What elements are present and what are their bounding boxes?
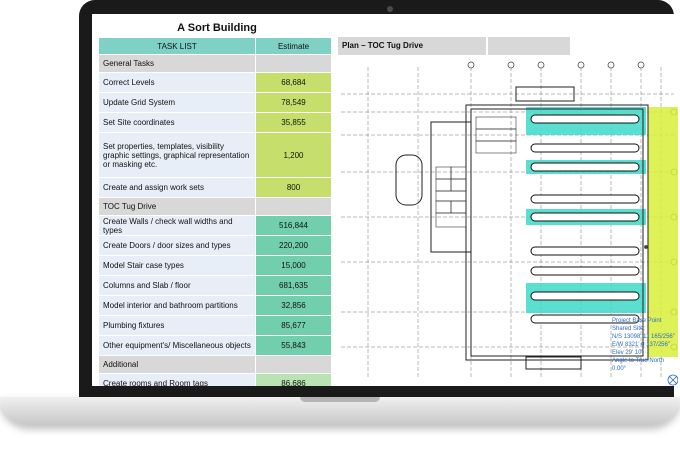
section-row: General Tasks xyxy=(98,54,332,73)
header-estimate: Estimate xyxy=(255,37,332,55)
task-estimate: 1,200 xyxy=(255,132,332,178)
table-row: Set properties, templates, visibility gr… xyxy=(98,132,332,178)
plan-title-spacer xyxy=(488,37,570,55)
section-label: TOC Tug Drive xyxy=(98,197,256,216)
base-point-title: Project Base Point xyxy=(612,318,662,324)
screen: A Sort Building TASK LIST Estimate Gener… xyxy=(92,14,678,386)
webcam-icon xyxy=(387,6,393,12)
task-label: Set Site coordinates xyxy=(98,112,256,133)
task-estimate: 32,856 xyxy=(255,295,332,316)
table-row: Model Stair case types 15,000 xyxy=(98,255,332,276)
task-label: Create Doors / door sizes and types xyxy=(98,235,256,256)
sheet-title: A Sort Building xyxy=(177,22,257,34)
table-row: Create Walls / check wall widths and typ… xyxy=(98,215,332,236)
highlight-cyan xyxy=(526,107,646,313)
task-label: Correct Levels xyxy=(98,72,256,93)
task-estimate: 15,000 xyxy=(255,255,332,276)
base-point-shared-site: Shared Site: xyxy=(612,326,646,332)
section-blank xyxy=(255,197,332,216)
table-header-row: TASK LIST Estimate xyxy=(98,37,332,55)
section-blank xyxy=(255,355,332,374)
table-row: Other equipment's/ Miscellaneous objects… xyxy=(98,335,332,356)
task-label: Create and assign work sets xyxy=(98,177,256,198)
task-label: Update Grid System xyxy=(98,92,256,113)
table-row: Correct Levels 68,684 xyxy=(98,72,332,93)
task-estimate: 681,635 xyxy=(255,275,332,296)
section-row: TOC Tug Drive xyxy=(98,197,332,216)
base-point-ns: N/S 13098' 11 165/256" xyxy=(612,334,675,340)
laptop-notch xyxy=(300,397,380,402)
table-row: Create Doors / door sizes and types 220,2… xyxy=(98,235,332,256)
task-estimate: 78,549 xyxy=(255,92,332,113)
base-point-angle: Angle to True North 0.00° xyxy=(612,358,665,372)
base-point-elev: Elev 29' 10" xyxy=(612,350,644,356)
table-row: Create rooms and Room tags 86,686 xyxy=(98,373,332,386)
task-estimate: 68,684 xyxy=(255,72,332,93)
section-blank xyxy=(255,54,332,73)
base-point-icon xyxy=(667,374,678,386)
table-row: Set Site coordinates 35,855 xyxy=(98,112,332,133)
table-row: Columns and Slab / floor 681,635 xyxy=(98,275,332,296)
section-label: General Tasks xyxy=(98,54,256,73)
table-row: Update Grid System 78,549 xyxy=(98,92,332,113)
task-estimate: 220,200 xyxy=(255,235,332,256)
task-label: Plumbing fixtures xyxy=(98,315,256,336)
table-row: Create and assign work sets 800 xyxy=(98,177,332,198)
task-estimate: 800 xyxy=(255,177,332,198)
task-label: Other equipment's/ Miscellaneous objects xyxy=(98,335,256,356)
task-table: TASK LIST Estimate General Tasks Correct … xyxy=(98,37,332,386)
task-label: Model Stair case types xyxy=(98,255,256,276)
table-row: Plumbing fixtures 85,677 xyxy=(98,315,332,336)
task-estimate: 35,855 xyxy=(255,112,332,133)
section-label: Additional xyxy=(98,355,256,374)
task-label: Create rooms and Room tags xyxy=(98,373,256,386)
task-label: Create Walls / check wall widths and typ… xyxy=(98,215,256,236)
base-point-ew: E/W 8321' 0 137/256" xyxy=(612,342,670,348)
table-row: Model interior and bathroom partitions 32… xyxy=(98,295,332,316)
section-row: Additional xyxy=(98,355,332,374)
tug-drive-lanes xyxy=(530,114,640,324)
task-estimate: 86,686 xyxy=(255,373,332,386)
task-estimate: 85,677 xyxy=(255,315,332,336)
task-estimate: 516,844 xyxy=(255,215,332,236)
header-task-list: TASK LIST xyxy=(98,37,256,55)
project-base-point-info: Project Base Point Shared Site: N/S 1309… xyxy=(612,317,678,373)
task-label: Set properties, templates, visibility gr… xyxy=(98,132,256,178)
plan-title: Plan – TOC Tug Drive xyxy=(338,37,486,55)
task-estimate: 55,843 xyxy=(255,335,332,356)
task-label: Model interior and bathroom partitions xyxy=(98,295,256,316)
task-table-body: General Tasks Correct Levels 68,684 Update … xyxy=(98,54,332,386)
task-label: Columns and Slab / floor xyxy=(98,275,256,296)
